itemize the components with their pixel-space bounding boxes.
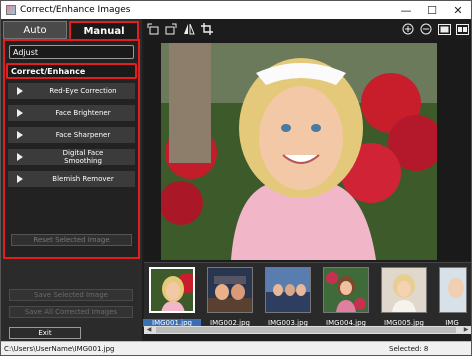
- file-path: C:\Users\UserName\IMG001.jpg: [4, 344, 115, 353]
- tool-label: Digital Face Smoothing: [62, 149, 104, 165]
- play-triangle-icon: [17, 153, 23, 161]
- digital-face-smoothing-button[interactable]: Digital Face Smoothing: [8, 149, 135, 165]
- play-triangle-icon: [17, 109, 23, 117]
- image-preview-area: [144, 39, 471, 261]
- left-panel: Auto Manual Adjust Correct/Enhance Red-E…: [1, 19, 142, 341]
- tool-label: Red-Eye Correction: [49, 87, 117, 95]
- flip-icon[interactable]: [180, 21, 198, 37]
- window-title: Correct/Enhance Images: [20, 5, 131, 15]
- adjust-section-button[interactable]: Adjust: [9, 45, 134, 59]
- tab-manual[interactable]: Manual: [69, 21, 139, 39]
- close-button[interactable]: ✕: [445, 1, 471, 19]
- scroll-right-icon[interactable]: ▶: [461, 326, 471, 334]
- exit-button[interactable]: Exit: [9, 327, 81, 339]
- thumbnail-image: [381, 267, 427, 313]
- thumbnail-image: [265, 267, 311, 313]
- status-bar: C:\Users\UserName\IMG001.jpg Selected: 8: [1, 341, 471, 355]
- tool-label: Face Sharpener: [55, 131, 111, 139]
- horizontal-scrollbar[interactable]: ◀ ▶: [144, 326, 471, 334]
- selected-count: Selected: 8: [389, 344, 429, 353]
- thumbnail-image: [323, 267, 369, 313]
- image-toolbar: [144, 19, 471, 39]
- save-selected-image-button[interactable]: Save Selected Image: [9, 289, 133, 301]
- thumbnail-image: [439, 267, 467, 313]
- app-window: Correct/Enhance Images — ☐ ✕ Auto Manual…: [0, 0, 472, 356]
- scrollbar-thumb[interactable]: [156, 327, 456, 333]
- face-brightener-button[interactable]: Face Brightener: [8, 105, 135, 121]
- preview-photo[interactable]: [161, 43, 437, 260]
- reset-selected-image-button[interactable]: Reset Selected Image: [11, 234, 132, 246]
- crop-icon[interactable]: [198, 21, 216, 37]
- red-eye-correction-button[interactable]: Red-Eye Correction: [8, 83, 135, 99]
- title-bar: Correct/Enhance Images — ☐ ✕: [1, 1, 471, 19]
- thumbnail-item[interactable]: IMG002.jpg: [207, 267, 253, 327]
- scroll-left-icon[interactable]: ◀: [144, 326, 154, 334]
- thumbnail-image: [207, 267, 253, 313]
- tab-auto[interactable]: Auto: [3, 21, 67, 39]
- face-sharpener-button[interactable]: Face Sharpener: [8, 127, 135, 143]
- minimize-button[interactable]: —: [393, 1, 419, 19]
- thumbnail-strip: IMG001.jpg IMG002.jpg IMG003.jpg IMG004.…: [143, 262, 471, 334]
- play-triangle-icon: [17, 131, 23, 139]
- single-view-icon[interactable]: [435, 21, 453, 37]
- rotate-right-icon[interactable]: [162, 21, 180, 37]
- tool-label: Blemish Remover: [52, 175, 114, 183]
- maximize-button[interactable]: ☐: [419, 1, 445, 19]
- manual-panel: Adjust Correct/Enhance Red-Eye Correctio…: [3, 39, 140, 259]
- play-triangle-icon: [17, 175, 23, 183]
- rotate-left-icon[interactable]: [144, 21, 162, 37]
- app-icon: [6, 5, 16, 15]
- thumbnail-item[interactable]: IMG003.jpg: [265, 267, 311, 327]
- correct-enhance-section-button[interactable]: Correct/Enhance: [6, 63, 137, 79]
- save-all-corrected-images-button[interactable]: Save All Corrected Images: [9, 306, 133, 318]
- tool-label: Face Brightener: [55, 109, 111, 117]
- zoom-out-icon[interactable]: [417, 21, 435, 37]
- thumbnail-item[interactable]: IMG004.jpg: [323, 267, 369, 327]
- blemish-remover-button[interactable]: Blemish Remover: [8, 171, 135, 187]
- thumbnail-item[interactable]: IMG005.jpg: [381, 267, 427, 327]
- compare-view-icon[interactable]: [453, 21, 471, 37]
- thumbnail-item[interactable]: IMG: [439, 267, 467, 327]
- thumbnail-item[interactable]: IMG001.jpg: [143, 267, 201, 327]
- thumbnail-image: [149, 267, 195, 313]
- zoom-in-icon[interactable]: [399, 21, 417, 37]
- play-triangle-icon: [17, 87, 23, 95]
